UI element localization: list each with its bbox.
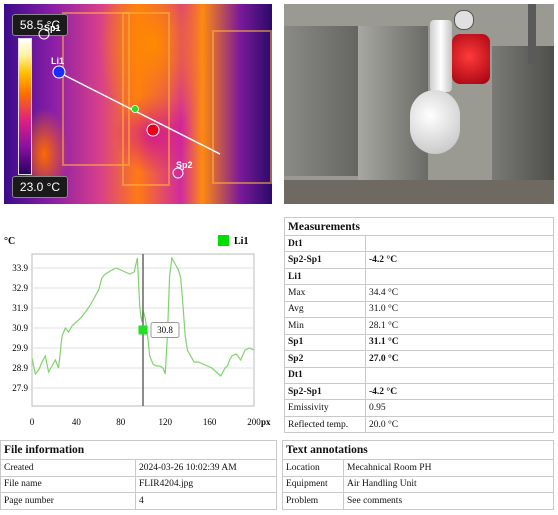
cursor-value-label: 30.8 [157,325,173,335]
row-label: Problem [282,492,344,510]
li1-min-marker [146,123,160,137]
photo-pressure-gauge [454,10,474,30]
x-tick-label: 40 [72,417,82,427]
table-row: Location Mecahnical Room PH [282,459,554,477]
sp2-label: Sp2 [176,160,193,170]
x-tick-label: 160 [203,417,217,427]
row-label: File name [0,475,136,493]
measurement-row: Emissivity 0.95 [284,399,554,417]
thermal-image: 58.5 °C 23.0 °C Sp1 Li1 Sp2 [4,4,272,204]
legend-swatch [218,235,229,246]
li1-label: Li1 [51,56,65,66]
measurements-table: Measurements Dt1 Sp2-Sp1 -4.2 °C Li1 Max 34.4… [284,217,554,434]
y-tick-labels: 27.9 28.9 29.9 30.9 31.9 32.9 33.9 [12,263,28,393]
x-tick-labels: 0 40 80 120 160 200 [30,417,262,427]
x-tick-label: 120 [158,417,172,427]
measurement-label: Sp2-Sp1 [284,382,366,401]
row-value: Mecahnical Room PH [343,459,554,477]
measurement-row: Min 28.1 °C [284,317,554,335]
measurement-row: Dt1 [284,366,554,384]
photo-wall-pipe [528,4,536,64]
measurement-value [365,234,554,253]
measurement-value [365,366,554,384]
row-value: Air Handling Unit [343,475,554,493]
y-tick-label: 27.9 [12,383,28,393]
li1-measurement-line [57,71,221,155]
thermal-overlay [38,28,221,179]
measurement-value: 27.0 °C [365,350,554,368]
photo-equipment-right [492,46,554,196]
li1-profile-chart: °C Li1 27.9 28.9 29.9 30.9 31.9 32.9 33.9 0 40 8… [4,235,271,427]
measurement-value: 28.1 °C [365,317,554,335]
row-label: Equipment [282,475,344,493]
row-label: Created [0,459,136,477]
file-information-table: File information Created 2024-03-26 10:0… [0,440,277,510]
photo-pipe-elbow [410,90,460,154]
li1-cursor-marker [131,105,139,113]
measurement-row: Reflected temp. 20.0 °C [284,415,554,434]
measurement-label: Sp2 [284,350,366,368]
x-tick-label: 80 [116,417,126,427]
li1-max-marker [52,65,66,79]
visual-photo [284,4,554,204]
measurement-label: Dt1 [284,234,366,253]
photo-floor [284,180,554,204]
legend-label: Li1 [234,236,248,247]
measurement-label: Emissivity [284,399,366,417]
y-tick-label: 32.9 [12,283,28,293]
photo-red-pump [452,34,490,84]
row-value: 2024-03-26 10:02:39 AM [135,459,277,477]
y-tick-label: 28.9 [12,363,28,373]
measurement-row: Li1 [284,267,554,286]
measurement-label: Avg [284,300,366,319]
measurement-row: Sp2-Sp1 -4.2 °C [284,382,554,401]
table-row: Page number 4 [0,492,277,510]
row-value: See comments [343,492,554,510]
measurement-row: Sp2 27.0 °C [284,350,554,368]
sp1-label: Sp1 [44,23,61,33]
measurement-value: 0.95 [365,399,554,417]
y-tick-label: 29.9 [12,343,28,353]
measurement-label: Sp2-Sp1 [284,251,366,269]
measurement-row: Sp1 31.1 °C [284,333,554,352]
y-tick-label: 31.9 [12,303,28,313]
measurement-value [365,267,554,286]
row-value: FLIR4204.jpg [135,475,277,493]
measurement-value: -4.2 °C [365,251,554,269]
measurement-label: Sp1 [284,333,366,352]
x-axis-unit: px [261,417,271,427]
measurements-title: Measurements [284,217,554,236]
file-information-title: File information [0,440,277,460]
measurement-label: Reflected temp. [284,415,366,434]
photo-insulated-pipe [430,20,452,92]
measurement-value: 31.1 °C [365,333,554,352]
measurement-label: Max [284,284,366,302]
measurement-label: Dt1 [284,366,366,384]
y-tick-label: 33.9 [12,263,28,273]
measurement-label: Li1 [284,267,366,286]
table-row: Created 2024-03-26 10:02:39 AM [0,459,277,477]
row-label: Page number [0,492,136,510]
text-annotations-table: Text annotations Location Mecahnical Roo… [282,440,554,510]
table-row: Problem See comments [282,492,554,510]
measurement-value: 31.0 °C [365,300,554,319]
row-label: Location [282,459,344,477]
measurement-row: Sp2-Sp1 -4.2 °C [284,251,554,269]
measurement-value: -4.2 °C [365,382,554,401]
measurement-value: 34.4 °C [365,284,554,302]
y-tick-label: 30.9 [12,323,28,333]
cursor-marker [138,325,148,335]
row-value: 4 [135,492,277,510]
x-tick-label: 200 [247,417,261,427]
measurement-row: Max 34.4 °C [284,284,554,302]
measurement-row: Avg 31.0 °C [284,300,554,319]
x-tick-label: 0 [30,417,35,427]
measurement-row: Dt1 [284,234,554,253]
table-row: File name FLIR4204.jpg [0,475,277,493]
text-annotations-title: Text annotations [282,440,554,460]
table-row: Equipment Air Handling Unit [282,475,554,493]
y-axis-unit: °C [4,236,15,247]
measurement-label: Min [284,317,366,335]
measurement-value: 20.0 °C [365,415,554,434]
